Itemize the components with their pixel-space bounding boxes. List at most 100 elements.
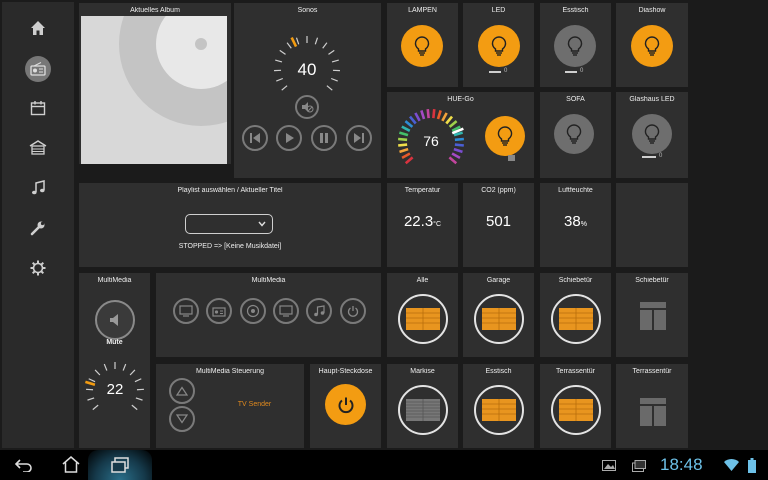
source-power-button[interactable] [340,298,366,324]
calendar-icon[interactable] [26,96,50,120]
bulb-icon [644,36,660,56]
source-radio-button[interactable] [206,298,232,324]
recent-apps-button[interactable] [88,450,152,480]
source-monitor-button[interactable] [273,298,299,324]
music-note-icon[interactable] [26,176,50,200]
gear-icon[interactable] [26,256,50,280]
dial-tick [103,363,108,371]
screenshot-icon[interactable] [632,460,646,472]
light-level-bar [565,71,577,73]
sonos-title: Sonos [297,7,318,14]
garage-icon[interactable] [26,136,50,160]
light-level-bar [642,156,656,158]
light-title: LED [491,7,506,14]
triangle-up-icon [176,386,188,396]
source-tv-button[interactable] [173,298,199,324]
sonos-volume-value: 40 [297,60,317,79]
home-icon[interactable] [26,16,50,40]
shutter-toggle-esstisch[interactable] [474,385,524,435]
sensor-reading: 38% [540,213,611,230]
shutter-closed-icon [406,308,440,330]
light-title: Esstisch [562,7,589,14]
sensor-tile-humidity: Luftfeuchte 38% [540,183,611,267]
shutter-title: Terrassentür [632,368,672,375]
multimedia-control-title: MultiMedia Steuerung [195,368,265,375]
playlist-select[interactable] [185,214,273,234]
gallery-icon[interactable] [602,460,616,471]
next-button[interactable] [346,125,372,151]
window-icon[interactable] [640,302,666,330]
multimedia-volume-tile: MultiMedia Mute 22 [79,273,150,448]
sensor-tile-co2: CO2 (ppm) 501 [463,183,534,267]
shutter-tile-schiebetuer: Schiebetür [540,273,611,357]
sensor-reading: 22.3°C [387,213,458,230]
light-level-bar [489,71,501,73]
sensor-title: Luftfeuchte [558,187,593,194]
light-toggle-glashaus-led[interactable] [632,114,672,154]
shutter-tile-alle: Alle [387,273,458,357]
dial-tick [281,85,288,91]
main-socket-toggle[interactable] [325,384,366,425]
sensor-unit: °C [433,221,442,228]
shutter-toggle-alle[interactable] [398,294,448,344]
dial-tick [453,147,463,154]
play-button[interactable] [276,125,302,151]
dial-tick [432,109,436,119]
dial-tick [414,112,421,122]
back-icon[interactable] [14,458,34,472]
hue-value: 76 [423,133,439,149]
channel-down-button[interactable] [169,406,195,432]
source-cd-button[interactable] [240,298,266,324]
dial-tick [295,37,300,45]
pause-button[interactable] [311,125,337,151]
dial-tick [401,152,411,159]
hue-toggle[interactable] [485,116,525,156]
hue-color-swatch [508,155,515,161]
sensor-unit: % [580,221,587,228]
dial-tick [445,115,454,125]
shutter-toggle-markise[interactable] [398,385,448,435]
sonos-mute-button[interactable] [295,95,319,119]
mute-button[interactable] [95,300,135,340]
shutter-toggle-terrassentuer[interactable] [551,385,601,435]
shutter-tile-esstisch: Esstisch [463,364,534,448]
multimedia-sources-title: MultiMedia [251,277,286,284]
radio-icon[interactable] [25,56,51,82]
wrench-icon[interactable] [26,216,50,240]
shutter-toggle-schiebetuer[interactable] [551,294,601,344]
shutter-title: Schiebetür [635,277,669,284]
window-icon[interactable] [640,398,666,426]
sensor-title: CO2 (ppm) [481,187,516,194]
dial-tick [328,49,335,55]
previous-button[interactable] [242,125,268,151]
play-icon [286,133,294,143]
channel-up-button[interactable] [169,378,195,404]
dial-tick [451,152,461,159]
bulb-icon [414,36,430,56]
shutter-toggle-garage[interactable] [474,294,524,344]
source-music-button[interactable] [306,298,332,324]
light-toggle-esstisch[interactable] [554,25,596,67]
album-art-placeholder[interactable] [81,16,227,164]
sensor-title: Temperatur [404,187,441,194]
shutter-title: Markise [410,368,435,375]
light-toggle-lampen[interactable] [401,25,443,67]
dial-tick [131,404,138,411]
home-nav-icon[interactable] [62,456,80,473]
bulb-icon [497,126,513,146]
light-title: Glashaus LED [629,96,675,103]
hue-title: HUE-Go [447,96,474,103]
empty-tile [616,183,688,267]
light-toggle-led[interactable] [478,25,520,67]
dial-tick [448,156,458,165]
speaker-icon [110,314,118,326]
shutter-closed-icon [482,308,516,330]
shutter-title: Esstisch [485,368,512,375]
light-toggle-diashow[interactable] [631,25,673,67]
clock: 18:48 [660,455,703,474]
power-icon [347,306,359,317]
bulb-icon [491,36,507,56]
light-tile-glashaus-led: Glashaus LED 0 [616,92,688,178]
dial-tick [135,397,143,401]
light-toggle-sofa[interactable] [554,114,594,154]
